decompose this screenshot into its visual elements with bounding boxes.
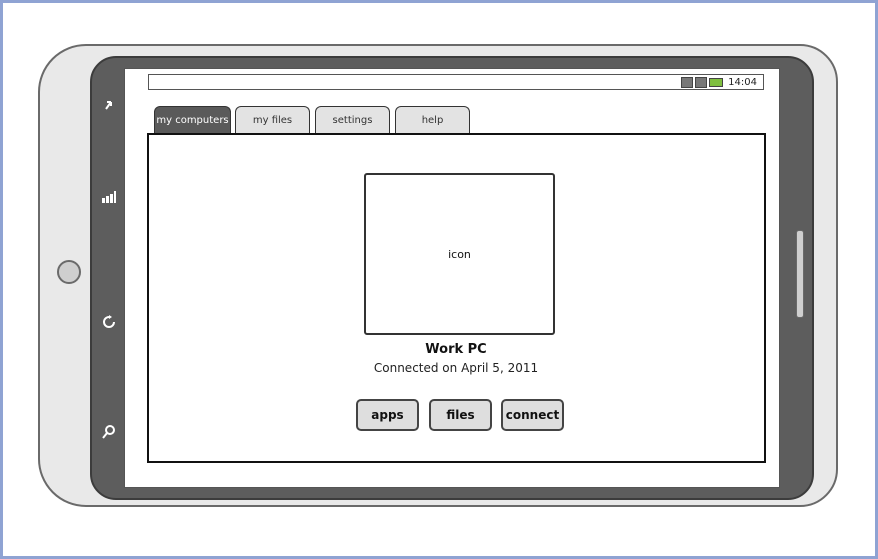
wifi-icon <box>695 76 708 88</box>
computer-name: Work PC <box>425 342 487 357</box>
connection-status: Connected on April 5, 2011 <box>373 361 539 375</box>
tab-settings[interactable]: settings <box>315 106 390 134</box>
status-bar: 14:04 <box>148 74 764 90</box>
tab-my-computers[interactable]: my computers <box>154 106 231 134</box>
apps-button[interactable]: apps <box>356 399 419 431</box>
refresh-icon[interactable] <box>98 315 120 337</box>
battery-icon <box>709 77 724 87</box>
status-clock: 14:04 <box>728 76 757 88</box>
files-button[interactable]: files <box>429 399 492 431</box>
home-button[interactable] <box>57 260 81 284</box>
tab-help[interactable]: help <box>395 106 470 134</box>
connect-button[interactable]: connect <box>501 399 564 431</box>
icon-placeholder-label: icon <box>448 247 471 261</box>
computer-icon-placeholder: icon <box>364 173 555 335</box>
back-arrow-icon[interactable] <box>98 96 120 118</box>
notification-icon <box>681 76 694 88</box>
signal-bars-icon[interactable] <box>98 189 120 211</box>
search-icon[interactable] <box>98 425 120 447</box>
side-grip <box>796 230 804 318</box>
tab-my-files[interactable]: my files <box>235 106 310 134</box>
